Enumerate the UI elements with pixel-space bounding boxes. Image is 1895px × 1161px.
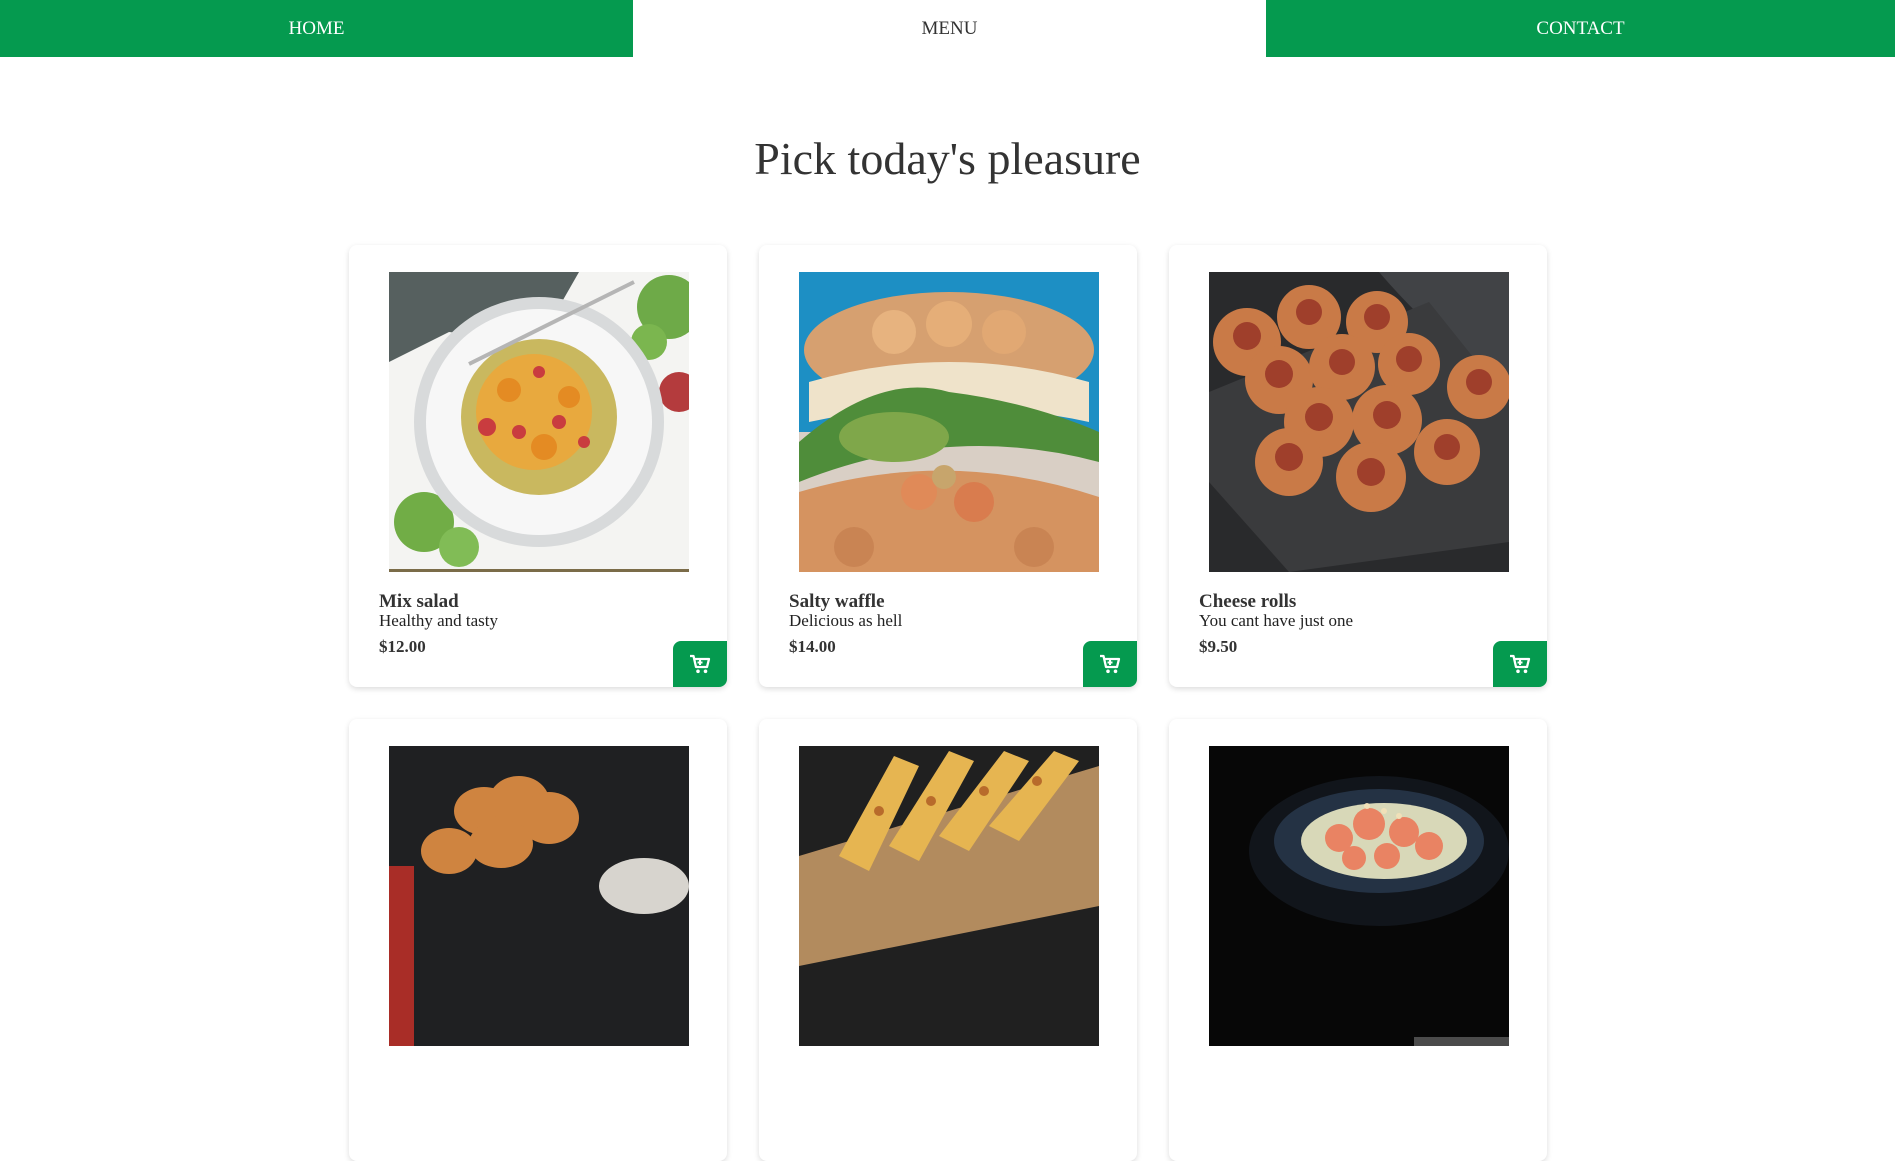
product-image: [799, 272, 1099, 572]
product-description: Delicious as hell: [789, 611, 903, 630]
product-description: Healthy and tasty: [379, 611, 498, 630]
shopping-cart-icon: [690, 654, 711, 674]
top-navigation: HOME MENU CONTACT: [0, 0, 1895, 57]
product-image: [1209, 272, 1509, 572]
product-name: Salty waffle: [789, 591, 885, 612]
product-card: [349, 719, 727, 1161]
nav-home[interactable]: HOME: [0, 0, 633, 57]
product-name: Cheese rolls: [1199, 591, 1297, 612]
product-card: [1169, 719, 1547, 1161]
add-to-cart-button[interactable]: [1493, 641, 1547, 687]
add-to-cart-button[interactable]: [673, 641, 727, 687]
nav-menu[interactable]: MENU: [633, 0, 1266, 57]
product-card: Cheese rolls You cant have just one $9.5…: [1169, 245, 1547, 687]
product-image: [1209, 746, 1509, 1046]
product-card: Salty waffle Delicious as hell $14.00: [759, 245, 1137, 687]
product-price: $14.00: [789, 637, 836, 656]
product-image: [389, 746, 689, 1046]
product-name: Mix salad: [379, 591, 459, 612]
shopping-cart-icon: [1100, 654, 1121, 674]
product-price: $12.00: [379, 637, 426, 656]
product-image: [389, 272, 689, 572]
shopping-cart-icon: [1510, 654, 1531, 674]
product-card: [759, 719, 1137, 1161]
page-title: Pick today's pleasure: [754, 133, 1141, 184]
nav-contact[interactable]: CONTACT: [1266, 0, 1895, 57]
product-card: Mix salad Healthy and tasty $12.00: [349, 245, 727, 687]
product-description: You cant have just one: [1199, 611, 1354, 630]
add-to-cart-button[interactable]: [1083, 641, 1137, 687]
product-image: [799, 746, 1099, 1046]
product-price: $9.50: [1199, 637, 1238, 656]
